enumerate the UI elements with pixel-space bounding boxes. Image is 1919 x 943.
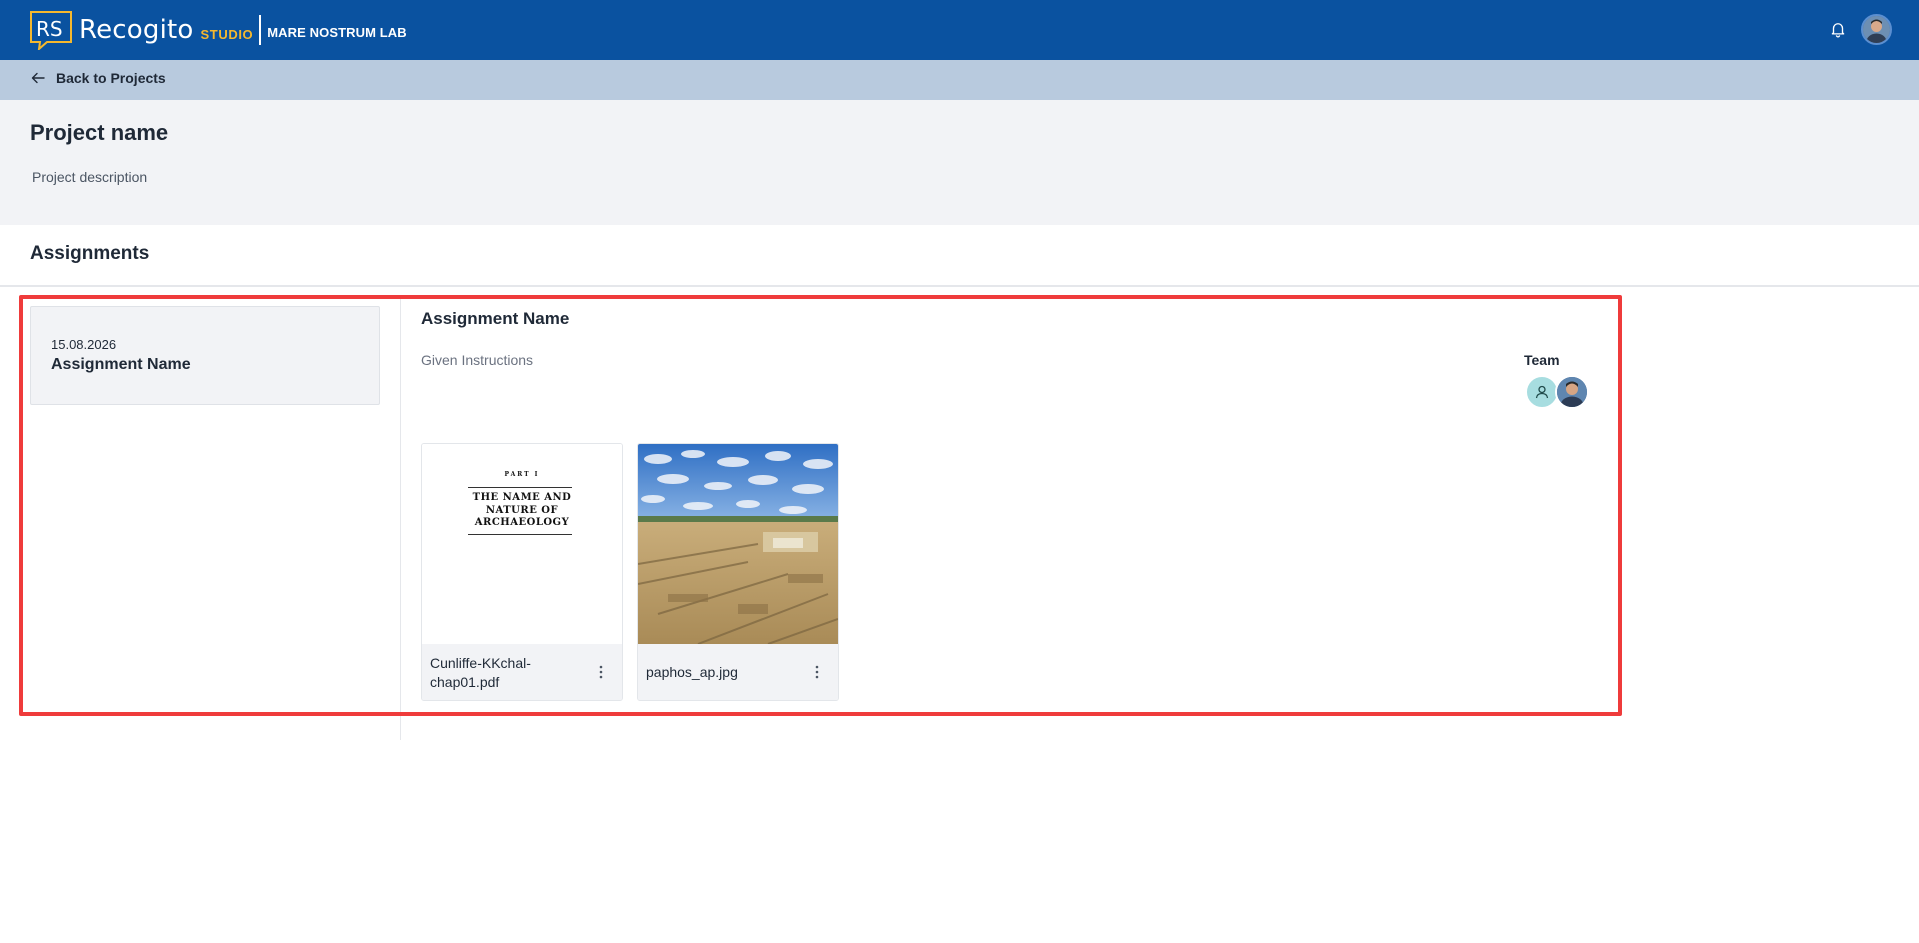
column-divider bbox=[400, 298, 401, 740]
document-card[interactable]: PART I THE NAME AND NATURE OF ARCHAEOLOG… bbox=[421, 443, 623, 701]
document-name: Cunliffe-KKchal-chap01.pdf bbox=[430, 655, 531, 690]
project-description: Project description bbox=[32, 169, 148, 185]
back-bar: Back to Projects bbox=[0, 60, 1919, 100]
document-name: paphos_ap.jpg bbox=[646, 664, 738, 680]
logo-divider bbox=[259, 15, 262, 45]
app-logo[interactable]: RS Recogito STUDIO MARE NOSTRUM LAB bbox=[29, 10, 407, 50]
thumbnail-part-label: PART I bbox=[504, 471, 540, 478]
section-divider bbox=[0, 285, 1919, 287]
logo-wordmark: Recogito bbox=[79, 15, 194, 45]
user-icon bbox=[1535, 385, 1549, 399]
document-card[interactable]: paphos_ap.jpg bbox=[637, 443, 839, 701]
image-thumbnail bbox=[638, 444, 838, 644]
assignment-list-item[interactable]: 15.08.2026 Assignment Name bbox=[30, 306, 380, 405]
organization-name: MARE NOSTRUM LAB bbox=[267, 24, 407, 40]
project-header: Project name Project description bbox=[0, 100, 1919, 225]
svg-text:RS: RS bbox=[36, 17, 63, 41]
back-to-projects-label: Back to Projects bbox=[56, 70, 166, 86]
team-label: Team bbox=[1524, 352, 1560, 368]
arrow-left-icon bbox=[31, 72, 45, 84]
pdf-thumbnail: PART I THE NAME AND NATURE OF ARCHAEOLOG… bbox=[422, 444, 622, 644]
thumbnail-title: THE NAME AND NATURE OF ARCHAEOLOGY bbox=[472, 492, 572, 528]
bell-icon[interactable] bbox=[1829, 20, 1847, 38]
more-vertical-icon[interactable] bbox=[812, 664, 822, 680]
assignment-instructions: Given Instructions bbox=[421, 352, 534, 368]
assignment-list-name: Assignment Name bbox=[51, 356, 191, 373]
logo-studio-label: STUDIO bbox=[200, 26, 254, 42]
user-avatar[interactable] bbox=[1861, 14, 1892, 45]
assignment-date: 15.08.2026 bbox=[51, 337, 117, 352]
user-photo-icon bbox=[1863, 16, 1890, 43]
user-photo-icon bbox=[1557, 377, 1587, 407]
recogito-logo-icon: RS bbox=[30, 11, 72, 50]
team-member-avatar[interactable] bbox=[1555, 375, 1589, 409]
project-title: Project name bbox=[30, 120, 169, 145]
landscape-photo bbox=[638, 444, 838, 644]
top-header: RS Recogito STUDIO MARE NOSTRUM LAB bbox=[0, 0, 1919, 60]
assignments-heading: Assignments bbox=[30, 243, 150, 264]
document-footer: paphos_ap.jpg bbox=[638, 644, 838, 700]
back-to-projects-link[interactable]: Back to Projects bbox=[30, 70, 166, 86]
more-vertical-icon[interactable] bbox=[596, 664, 606, 680]
team-member-avatar[interactable] bbox=[1525, 375, 1559, 409]
assignment-detail-title: Assignment Name bbox=[421, 309, 570, 328]
document-footer: Cunliffe-KKchal-chap01.pdf bbox=[422, 644, 622, 700]
